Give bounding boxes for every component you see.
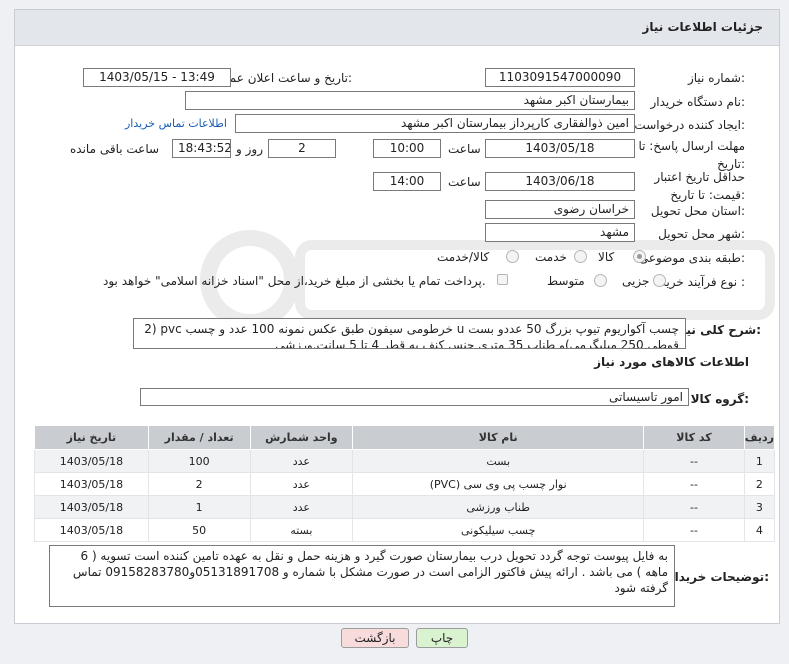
cell-qty: 1 xyxy=(147,495,251,519)
cell-row: 2 xyxy=(743,472,776,496)
need-number-field: 1103091547000090 xyxy=(485,68,635,87)
province-label: استان محل تحویل: xyxy=(650,204,745,218)
cell-unit: بسته xyxy=(249,518,354,542)
cell-date: 1403/05/18 xyxy=(34,472,149,496)
table-row[interactable]: 2 -- نوار چسب پی وی سی (PVC) عدد 2 1403/… xyxy=(34,472,776,496)
description-textarea[interactable]: چسب آکواریوم تیوپ بزرگ 50 عددو بست u خرط… xyxy=(133,318,686,349)
cell-row: 4 xyxy=(743,518,776,542)
goods-section-title: اطلاعات کالاهای مورد نیاز xyxy=(594,355,749,369)
category-service-radio[interactable] xyxy=(574,250,587,263)
goods-group-label: گروه کالا: xyxy=(690,392,749,406)
cell-code: -- xyxy=(643,518,745,542)
process-label: نوع فرآیند خرید : xyxy=(660,275,745,289)
cell-name: بست xyxy=(352,449,645,473)
cell-row: 1 xyxy=(743,449,776,473)
cell-row: 3 xyxy=(743,495,776,519)
page-title: جزئیات اطلاعات نیاز xyxy=(642,20,763,34)
process-minor-label: جزیی xyxy=(622,274,650,288)
table-row[interactable]: 4 -- چسب سیلیکونی بسته 50 1403/05/18 xyxy=(34,518,776,542)
col-unit: واحد شمارش xyxy=(249,425,354,450)
cell-code: -- xyxy=(643,449,745,473)
reply-time-label: ساعت xyxy=(448,142,481,156)
cell-qty: 100 xyxy=(147,449,251,473)
category-goods-label: کالا xyxy=(598,250,615,264)
remaining-label: ساعت باقی مانده xyxy=(70,142,160,156)
col-date: تاریخ نیاز xyxy=(34,425,149,450)
category-both-label: کالا/خدمت xyxy=(437,250,490,264)
contact-info-link[interactable]: اطلاعات تماس خریدار xyxy=(125,117,227,130)
cell-date: 1403/05/18 xyxy=(34,495,149,519)
process-medium-label: متوسط xyxy=(547,274,585,288)
reply-date-field: 1403/05/18 xyxy=(485,139,635,158)
validity-time-label: ساعت xyxy=(448,175,481,189)
process-medium-radio[interactable] xyxy=(594,274,607,287)
process-minor-radio[interactable] xyxy=(653,274,666,287)
category-both-radio[interactable] xyxy=(506,250,519,263)
back-button[interactable]: بازگشت xyxy=(341,628,409,648)
panel-header: جزئیات اطلاعات نیاز xyxy=(15,10,779,46)
goods-group-field: امور تاسیساتی xyxy=(140,388,689,406)
col-qty: تعداد / مقدار xyxy=(147,425,251,450)
col-row: ردیف xyxy=(743,425,776,450)
cell-qty: 50 xyxy=(147,518,251,542)
need-number-label: شماره نیاز: xyxy=(687,71,745,85)
cell-code: -- xyxy=(643,495,745,519)
category-label: طبقه بندی موضوعی: xyxy=(638,251,745,265)
validity-date-field: 1403/06/18 xyxy=(485,172,635,191)
validity-time-field: 14:00 xyxy=(373,172,441,191)
cell-name: چسب سیلیکونی xyxy=(352,518,645,542)
col-name: نام کالا xyxy=(352,425,645,450)
reply-time-field: 10:00 xyxy=(373,139,441,158)
cell-name: نوار چسب پی وی سی (PVC) xyxy=(352,472,645,496)
buyer-org-field: بیمارستان اکبر مشهد xyxy=(185,91,635,110)
category-goods-radio[interactable] xyxy=(633,250,646,263)
treasury-payment-checkbox[interactable] xyxy=(497,274,508,285)
city-label: شهر محل تحویل: xyxy=(658,227,745,241)
goods-table: ردیف کد کالا نام کالا واحد شمارش تعداد /… xyxy=(34,425,776,542)
payment-note: پرداخت تمام یا بخشی از مبلغ خرید،از محل … xyxy=(103,274,486,288)
cell-code: -- xyxy=(643,472,745,496)
col-code: کد کالا xyxy=(643,425,745,450)
category-service-label: خدمت xyxy=(535,250,567,264)
cell-name: طناب ورزشی xyxy=(352,495,645,519)
print-button[interactable]: چاپ xyxy=(416,628,468,648)
validity-label: حداقل تاریخ اعتبار قیمت: تا تاریخ: xyxy=(654,170,745,202)
creator-field: امین ذوالفقاری کارپرداز بیمارستان اکبر م… xyxy=(235,114,635,133)
cell-unit: عدد xyxy=(249,449,354,473)
announce-field: 1403/05/15 - 13:49 xyxy=(83,68,231,87)
cell-date: 1403/05/18 xyxy=(34,518,149,542)
buyer-notes-textarea[interactable]: به فایل پیوست توجه گردد تحویل درب بیمارس… xyxy=(49,545,675,607)
days-label: روز و xyxy=(236,142,263,156)
cell-qty: 2 xyxy=(147,472,251,496)
table-row[interactable]: 1 -- بست عدد 100 1403/05/18 xyxy=(34,449,776,473)
table-row[interactable]: 3 -- طناب ورزشی عدد 1 1403/05/18 xyxy=(34,495,776,519)
description-label: شرح کلی نیاز: xyxy=(675,323,761,337)
cell-date: 1403/05/18 xyxy=(34,449,149,473)
buyer-notes-label: توضیحات خریدار: xyxy=(667,570,769,584)
buyer-org-label: نام دستگاه خریدار: xyxy=(650,95,746,109)
city-field: مشهد xyxy=(485,223,635,242)
remaining-time-field: 18:43:52 xyxy=(172,139,231,158)
goods-table-header: ردیف کد کالا نام کالا واحد شمارش تعداد /… xyxy=(34,425,776,450)
province-field: خراسان رضوی xyxy=(485,200,635,219)
cell-unit: عدد xyxy=(249,472,354,496)
creator-label: ایجاد کننده درخواست: xyxy=(634,118,745,132)
cell-unit: عدد xyxy=(249,495,354,519)
days-field: 2 xyxy=(268,139,336,158)
